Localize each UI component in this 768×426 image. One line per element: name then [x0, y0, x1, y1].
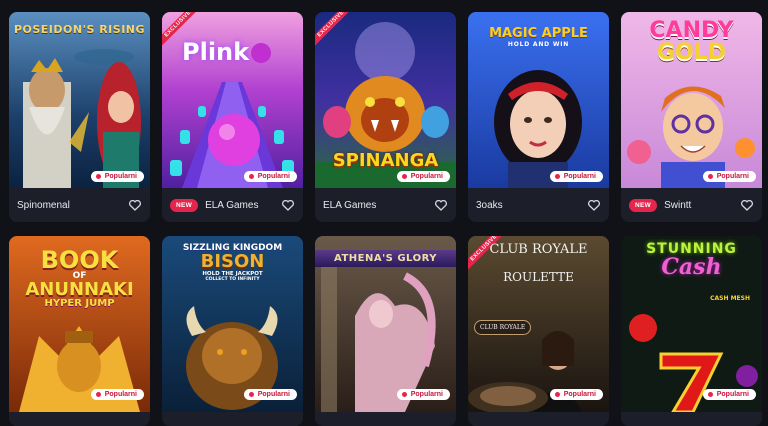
- new-badge: NEW: [629, 198, 658, 212]
- popular-badge: Popularni: [702, 171, 756, 182]
- flame-icon: [401, 174, 407, 179]
- provider-name: Spinomenal: [17, 199, 70, 211]
- game-card-sizzling-kingdom-bison[interactable]: SIZZLING KINGDOM BISON HOLD THE JACKPOT …: [162, 236, 303, 426]
- game-thumbnail[interactable]: SIZZLING KINGDOM BISON HOLD THE JACKPOT …: [162, 236, 303, 412]
- game-grid: POSEIDON'S RISING Popularni Spinomenal E…: [0, 0, 768, 426]
- card-footer: NEW Swintt: [621, 188, 762, 222]
- game-title-logo: CANDY GOLD: [649, 18, 734, 65]
- popular-badge: Popularni: [243, 389, 297, 400]
- game-title-logo: BOOK OF ANUNNAKI HYPER JUMP: [25, 246, 134, 309]
- game-thumbnail[interactable]: CANDY GOLD Popularni: [621, 12, 762, 188]
- popular-badge: Popularni: [90, 171, 144, 182]
- game-title-logo: CLUB ROYALE ROULETTE: [489, 242, 588, 285]
- game-title-logo: ATHENA'S GLORY: [315, 250, 456, 267]
- game-title-logo: Plink o: [182, 38, 272, 66]
- game-title-logo: SIZZLING KINGDOM BISON HOLD THE JACKPOT …: [182, 243, 283, 283]
- popular-badge: Popularni: [549, 389, 603, 400]
- game-card-candy-gold[interactable]: CANDY GOLD Popularni NEW Swintt: [621, 12, 762, 222]
- popular-badge: Popularni: [702, 389, 756, 400]
- heart-icon[interactable]: [740, 198, 754, 212]
- provider-name: ELA Games: [323, 199, 377, 211]
- heart-icon[interactable]: [128, 198, 142, 212]
- game-thumbnail[interactable]: MAGIC APPLE HOLD AND WIN Popularni: [468, 12, 609, 188]
- table-sign: CLUB ROYALE: [474, 320, 532, 335]
- popular-badge: Popularni: [396, 389, 450, 400]
- game-thumbnail[interactable]: BOOK OF ANUNNAKI HYPER JUMP Popularni: [9, 236, 150, 412]
- flame-icon: [554, 174, 560, 179]
- flame-icon: [401, 392, 407, 397]
- flame-icon: [554, 392, 560, 397]
- game-card-poseidons-rising[interactable]: POSEIDON'S RISING Popularni Spinomenal: [9, 12, 150, 222]
- card-footer: NEW ELA Games: [162, 188, 303, 222]
- popular-badge: Popularni: [396, 171, 450, 182]
- game-thumbnail[interactable]: ATHENA'S GLORY Popularni: [315, 236, 456, 412]
- heart-icon[interactable]: [587, 198, 601, 212]
- flame-icon: [707, 392, 713, 397]
- game-card-stunning-cash[interactable]: STUNNING Cash CASH MESH Popularni: [621, 236, 762, 426]
- game-card-plinko[interactable]: EXCLUSIVE Plink o Popularni NEW ELA Games: [162, 12, 303, 222]
- game-thumbnail[interactable]: EXCLUSIVE CLUB ROYALE ROULETTE CLUB ROYA…: [468, 236, 609, 412]
- game-title-logo: POSEIDON'S RISING: [13, 23, 146, 36]
- game-thumbnail[interactable]: EXCLUSIVE SPINANGA Popularni: [315, 12, 456, 188]
- game-card-club-royale-roulette[interactable]: EXCLUSIVE CLUB ROYALE ROULETTE CLUB ROYA…: [468, 236, 609, 426]
- provider-name: ELA Games: [205, 199, 259, 211]
- game-thumbnail[interactable]: STUNNING Cash CASH MESH Popularni: [621, 236, 762, 412]
- game-card-magic-apple[interactable]: MAGIC APPLE HOLD AND WIN Popularni 3oaks: [468, 12, 609, 222]
- card-footer: ELA Games: [315, 188, 456, 222]
- game-title-logo: MAGIC APPLE HOLD AND WIN: [489, 26, 588, 48]
- card-footer: Spinomenal: [9, 188, 150, 222]
- card-footer: 3oaks: [468, 188, 609, 222]
- game-card-spinanga[interactable]: EXCLUSIVE SPINANGA Popularni ELA Games: [315, 12, 456, 222]
- game-thumbnail[interactable]: EXCLUSIVE Plink o Popularni: [162, 12, 303, 188]
- provider-name: 3oaks: [476, 199, 503, 211]
- flame-icon: [248, 174, 254, 179]
- flame-icon: [95, 392, 101, 397]
- game-title-logo: STUNNING Cash CASH MESH: [646, 241, 750, 302]
- game-card-athenas-glory[interactable]: ATHENA'S GLORY Popularni: [315, 236, 456, 426]
- heart-icon[interactable]: [281, 198, 295, 212]
- game-thumbnail[interactable]: POSEIDON'S RISING Popularni: [9, 12, 150, 188]
- flame-icon: [707, 174, 713, 179]
- popular-badge: Popularni: [549, 171, 603, 182]
- new-badge: NEW: [170, 198, 199, 212]
- popular-badge: Popularni: [243, 171, 297, 182]
- flame-icon: [95, 174, 101, 179]
- game-title-logo: SPINANGA: [332, 150, 439, 171]
- popular-badge: Popularni: [90, 389, 144, 400]
- provider-name: Swintt: [664, 199, 692, 211]
- game-card-book-of-anunnaki[interactable]: BOOK OF ANUNNAKI HYPER JUMP Popularni: [9, 236, 150, 426]
- heart-icon[interactable]: [434, 198, 448, 212]
- flame-icon: [248, 392, 254, 397]
